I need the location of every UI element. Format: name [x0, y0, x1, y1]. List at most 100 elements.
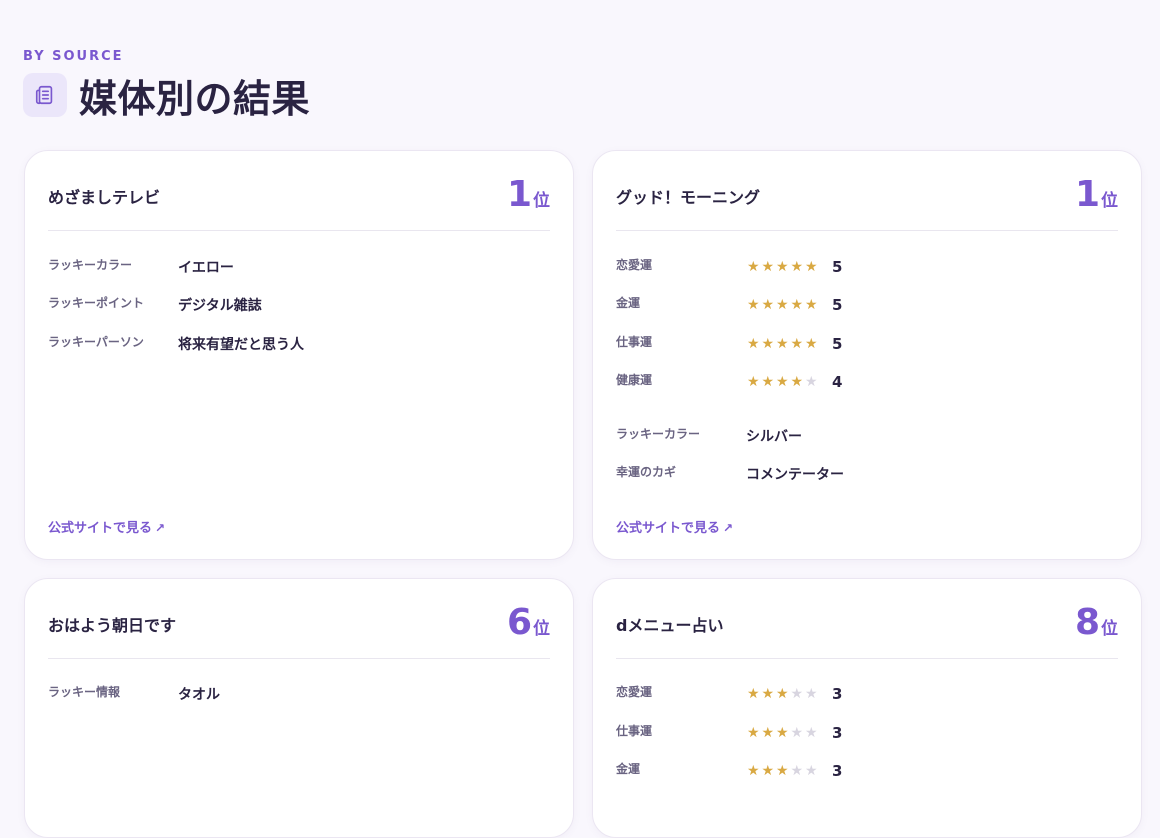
rating-row: 恋愛運 ★ ★ ★ ★ ★ 3 — [616, 683, 842, 705]
star-filled-icon: ★ — [775, 374, 789, 390]
card-divider — [616, 230, 1118, 231]
source-name: dメニュー占い — [616, 616, 724, 635]
external-link-icon: ↗ — [155, 521, 166, 535]
info-row: 幸運のカギ コメンテーター — [616, 463, 844, 485]
rank-number: 1 — [1074, 174, 1100, 215]
star-filled-icon: ★ — [804, 297, 818, 313]
star-rating: ★ ★ ★ ★ ★ — [746, 259, 819, 275]
source-card-ohayou-asahi: おはよう朝日です 6位 ラッキー情報 タオル — [24, 578, 574, 838]
card-divider — [48, 230, 550, 231]
rating-label: 仕事運 — [616, 334, 653, 349]
star-rating: ★ ★ ★ ★ ★ — [746, 686, 819, 702]
info-value: コメンテーター — [746, 467, 844, 483]
source-card-d-menu: dメニュー占い 8位 恋愛運 ★ ★ ★ ★ ★ 3 仕事運 ★ ★ ★ ★ ★ 3 金運 ★ ★… — [592, 578, 1142, 838]
star-empty-icon: ★ — [790, 725, 804, 741]
star-filled-icon: ★ — [790, 297, 804, 313]
official-site-link[interactable]: 公式サイトで見る ↗ — [616, 517, 733, 536]
rank-unit: 位 — [1101, 191, 1118, 211]
star-filled-icon: ★ — [775, 763, 789, 779]
star-filled-icon: ★ — [761, 763, 775, 779]
star-filled-icon: ★ — [775, 686, 789, 702]
info-label: ラッキーカラー — [48, 257, 133, 272]
info-row: ラッキーポイント デジタル雑誌 — [48, 294, 262, 316]
star-filled-icon: ★ — [804, 336, 818, 352]
rank-badge: 6位 — [507, 603, 550, 643]
rating-score: 3 — [832, 724, 843, 742]
star-rating: ★ ★ ★ ★ ★ — [746, 763, 819, 779]
section-eyebrow: BY SOURCE — [23, 49, 124, 64]
star-filled-icon: ★ — [761, 374, 775, 390]
info-row: ラッキーパーソン 将来有望だと思う人 — [48, 333, 304, 355]
rating-label: 恋愛運 — [616, 684, 653, 699]
rating-score: 3 — [832, 685, 843, 703]
info-value: シルバー — [746, 429, 802, 445]
info-label: ラッキーパーソン — [48, 334, 144, 349]
star-filled-icon: ★ — [761, 259, 775, 275]
star-rating: ★ ★ ★ ★ ★ — [746, 336, 819, 352]
star-filled-icon: ★ — [746, 686, 760, 702]
info-label: ラッキー情報 — [48, 684, 121, 699]
star-empty-icon: ★ — [790, 763, 804, 779]
rank-badge: 1位 — [507, 175, 550, 215]
rating-score: 5 — [832, 335, 843, 353]
rating-score: 3 — [832, 762, 843, 780]
rating-row: 仕事運 ★ ★ ★ ★ ★ 5 — [616, 333, 842, 355]
star-filled-icon: ★ — [804, 259, 818, 275]
rating-score: 5 — [832, 258, 843, 276]
info-value: イエロー — [178, 260, 234, 276]
rating-label: 仕事運 — [616, 723, 653, 738]
link-label: 公式サイトで見る — [48, 521, 153, 536]
star-filled-icon: ★ — [775, 725, 789, 741]
star-empty-icon: ★ — [804, 763, 818, 779]
rank-unit: 位 — [1101, 619, 1118, 639]
info-value: デジタル雑誌 — [178, 298, 262, 314]
star-filled-icon: ★ — [746, 297, 760, 313]
card-divider — [616, 658, 1118, 659]
newspaper-icon — [23, 73, 67, 117]
info-value: 将来有望だと思う人 — [178, 337, 304, 353]
star-filled-icon: ★ — [761, 686, 775, 702]
source-name: グッド！モーニング — [616, 188, 761, 207]
star-empty-icon: ★ — [790, 686, 804, 702]
info-row: ラッキー情報 タオル — [48, 683, 220, 705]
star-rating: ★ ★ ★ ★ ★ — [746, 725, 819, 741]
rating-score: 5 — [832, 296, 843, 314]
rank-badge: 1位 — [1075, 175, 1118, 215]
rating-label: 健康運 — [616, 372, 653, 387]
star-filled-icon: ★ — [746, 336, 760, 352]
source-name: めざましテレビ — [48, 188, 161, 207]
external-link-icon: ↗ — [723, 521, 734, 535]
info-value: タオル — [178, 687, 220, 703]
rating-row: 健康運 ★ ★ ★ ★ ★ 4 — [616, 371, 842, 393]
star-filled-icon: ★ — [746, 259, 760, 275]
star-empty-icon: ★ — [804, 686, 818, 702]
star-filled-icon: ★ — [746, 763, 760, 779]
star-filled-icon: ★ — [775, 259, 789, 275]
page-title: 媒体別の結果 — [79, 76, 311, 121]
rank-unit: 位 — [533, 191, 550, 211]
star-filled-icon: ★ — [746, 374, 760, 390]
star-filled-icon: ★ — [746, 725, 760, 741]
info-label: ラッキーポイント — [48, 295, 145, 310]
rating-label: 金運 — [616, 295, 641, 310]
star-filled-icon: ★ — [761, 725, 775, 741]
rank-number: 6 — [506, 602, 532, 643]
official-site-link[interactable]: 公式サイトで見る ↗ — [48, 517, 165, 536]
info-label: ラッキーカラー — [616, 426, 701, 441]
info-label: 幸運のカギ — [616, 464, 677, 479]
rating-label: 恋愛運 — [616, 257, 653, 272]
rank-number: 1 — [506, 174, 532, 215]
section-heading: 媒体別の結果 — [23, 73, 310, 121]
star-filled-icon: ★ — [761, 336, 775, 352]
star-filled-icon: ★ — [790, 259, 804, 275]
rank-number: 8 — [1074, 602, 1100, 643]
star-rating: ★ ★ ★ ★ ★ — [746, 297, 819, 313]
rating-row: 恋愛運 ★ ★ ★ ★ ★ 5 — [616, 256, 842, 278]
star-filled-icon: ★ — [761, 297, 775, 313]
rating-row: 仕事運 ★ ★ ★ ★ ★ 3 — [616, 722, 842, 744]
info-row: ラッキーカラー シルバー — [616, 425, 802, 447]
rating-score: 4 — [832, 373, 843, 391]
rating-row: 金運 ★ ★ ★ ★ ★ 5 — [616, 294, 842, 316]
star-filled-icon: ★ — [775, 297, 789, 313]
source-name: おはよう朝日です — [48, 616, 177, 635]
